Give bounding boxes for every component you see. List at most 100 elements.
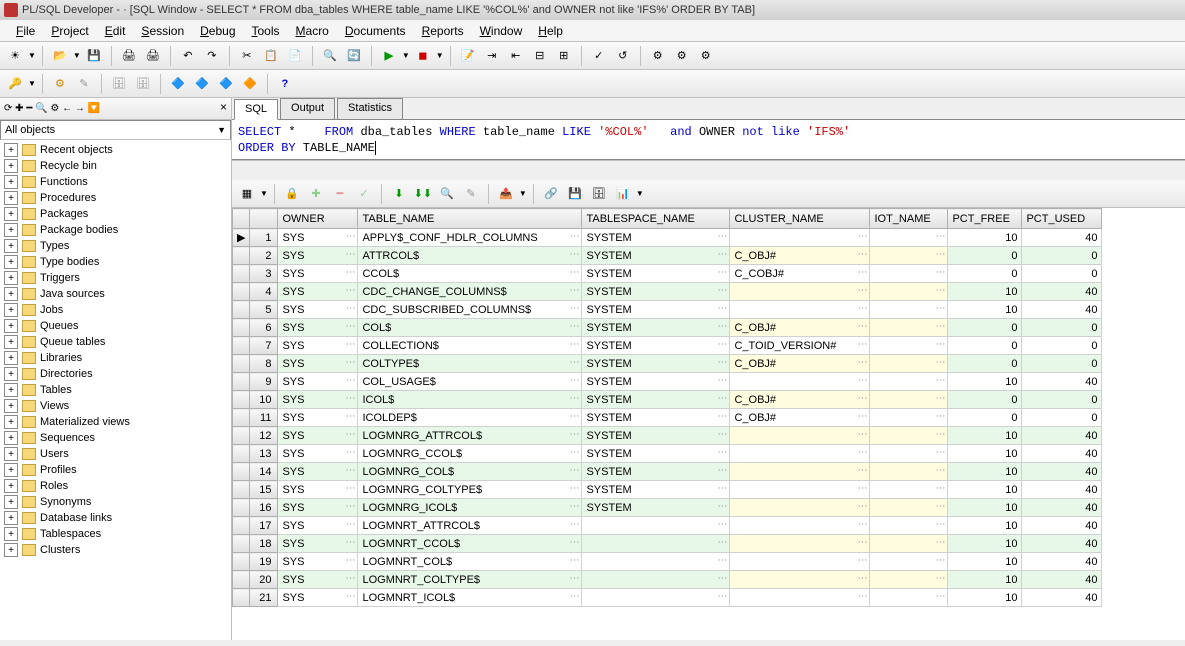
tab-sql[interactable]: SQL <box>234 99 278 120</box>
expand-icon[interactable]: + <box>4 383 18 397</box>
cell-expand-icon[interactable]: ⋯ <box>569 231 579 242</box>
comment-button[interactable]: ⊟ <box>529 45 551 67</box>
expand-icon[interactable]: + <box>4 143 18 157</box>
cell-expand-icon[interactable]: ⋯ <box>569 339 579 350</box>
tree-item[interactable]: +Synonyms <box>0 494 231 510</box>
cell-expand-icon[interactable]: ⋯ <box>345 375 355 386</box>
cell-expand-icon[interactable]: ⋯ <box>857 357 867 368</box>
close-browser-button[interactable]: × <box>220 100 227 114</box>
cell-expand-icon[interactable]: ⋯ <box>717 303 727 314</box>
table-row[interactable]: 13SYS⋯LOGMNRG_CCOL$⋯SYSTEM⋯⋯⋯1040 <box>233 445 1102 463</box>
cell-expand-icon[interactable]: ⋯ <box>857 267 867 278</box>
cell-expand-icon[interactable]: ⋯ <box>717 483 727 494</box>
cell-expand-icon[interactable]: ⋯ <box>857 465 867 476</box>
cell-expand-icon[interactable]: ⋯ <box>717 339 727 350</box>
tree-item[interactable]: +Recycle bin <box>0 158 231 174</box>
tree-item[interactable]: +Triggers <box>0 270 231 286</box>
cell-expand-icon[interactable]: ⋯ <box>935 357 945 368</box>
cell-expand-icon[interactable]: ⋯ <box>717 375 727 386</box>
cell-expand-icon[interactable]: ⋯ <box>345 519 355 530</box>
cell-expand-icon[interactable]: ⋯ <box>345 249 355 260</box>
cell-expand-icon[interactable]: ⋯ <box>717 519 727 530</box>
cell-expand-icon[interactable]: ⋯ <box>857 501 867 512</box>
save-button[interactable]: 💾 <box>83 45 105 67</box>
menu-session[interactable]: Session <box>133 22 192 40</box>
table-row[interactable]: 21SYS⋯LOGMNRT_ICOL$⋯⋯⋯⋯1040 <box>233 589 1102 607</box>
tree-item[interactable]: +Functions <box>0 174 231 190</box>
tree-item[interactable]: +Java sources <box>0 286 231 302</box>
debug3-button[interactable]: 🔷 <box>215 73 237 95</box>
cell-expand-icon[interactable]: ⋯ <box>935 519 945 530</box>
cell-expand-icon[interactable]: ⋯ <box>717 249 727 260</box>
expand-icon[interactable]: + <box>4 239 18 253</box>
cell-expand-icon[interactable]: ⋯ <box>569 501 579 512</box>
cell-expand-icon[interactable]: ⋯ <box>935 447 945 458</box>
cell-expand-icon[interactable]: ⋯ <box>935 321 945 332</box>
cell-expand-icon[interactable]: ⋯ <box>717 231 727 242</box>
delete-row-button[interactable]: ━ <box>329 183 351 205</box>
cell-expand-icon[interactable]: ⋯ <box>345 537 355 548</box>
expand-icon[interactable]: + <box>4 351 18 365</box>
tree-item[interactable]: +Sequences <box>0 430 231 446</box>
tree-item[interactable]: +Clusters <box>0 542 231 558</box>
commit-button[interactable]: ✓ <box>588 45 610 67</box>
table-row[interactable]: 9SYS⋯COL_USAGE$⋯SYSTEM⋯⋯⋯1040 <box>233 373 1102 391</box>
cut-button[interactable]: ✂ <box>236 45 258 67</box>
grid-view-button[interactable]: ▦ <box>236 183 258 205</box>
menu-documents[interactable]: Documents <box>337 22 414 40</box>
object-tree[interactable]: +Recent objects+Recycle bin+Functions+Pr… <box>0 140 231 640</box>
tree-item[interactable]: +Recent objects <box>0 142 231 158</box>
cell-expand-icon[interactable]: ⋯ <box>345 393 355 404</box>
cell-expand-icon[interactable]: ⋯ <box>345 501 355 512</box>
cell-expand-icon[interactable]: ⋯ <box>857 555 867 566</box>
cell-expand-icon[interactable]: ⋯ <box>857 321 867 332</box>
table-row[interactable]: 17SYS⋯LOGMNRT_ATTRCOL$⋯⋯⋯⋯1040 <box>233 517 1102 535</box>
expand-icon[interactable]: + <box>4 415 18 429</box>
rollback-button[interactable]: ↺ <box>612 45 634 67</box>
cell-expand-icon[interactable]: ⋯ <box>569 519 579 530</box>
cell-expand-icon[interactable]: ⋯ <box>717 411 727 422</box>
cell-expand-icon[interactable]: ⋯ <box>857 537 867 548</box>
table-row[interactable]: 11SYS⋯ICOLDEP$⋯SYSTEM⋯C_OBJ#⋯⋯00 <box>233 409 1102 427</box>
cell-expand-icon[interactable]: ⋯ <box>569 375 579 386</box>
cell-expand-icon[interactable]: ⋯ <box>857 519 867 530</box>
cell-expand-icon[interactable]: ⋯ <box>857 447 867 458</box>
cell-expand-icon[interactable]: ⋯ <box>569 357 579 368</box>
tree-item[interactable]: +Tablespaces <box>0 526 231 542</box>
expand-icon[interactable]: + <box>4 223 18 237</box>
cell-expand-icon[interactable]: ⋯ <box>569 285 579 296</box>
cell-expand-icon[interactable]: ⋯ <box>345 465 355 476</box>
cell-expand-icon[interactable]: ⋯ <box>345 555 355 566</box>
expand-icon[interactable]: + <box>4 511 18 525</box>
cell-expand-icon[interactable]: ⋯ <box>857 249 867 260</box>
cell-expand-icon[interactable]: ⋯ <box>569 267 579 278</box>
cell-expand-icon[interactable]: ⋯ <box>857 573 867 584</box>
cell-expand-icon[interactable]: ⋯ <box>935 465 945 476</box>
cell-expand-icon[interactable]: ⋯ <box>935 285 945 296</box>
execute-button[interactable]: ▶ <box>378 45 400 67</box>
cell-expand-icon[interactable]: ⋯ <box>935 429 945 440</box>
expand-icon[interactable]: + <box>4 447 18 461</box>
table-row[interactable]: 18SYS⋯LOGMNRT_CCOL$⋯⋯⋯⋯1040 <box>233 535 1102 553</box>
cell-expand-icon[interactable]: ⋯ <box>935 339 945 350</box>
menu-project[interactable]: Project <box>43 22 96 40</box>
menu-help[interactable]: Help <box>530 22 571 40</box>
cell-expand-icon[interactable]: ⋯ <box>857 285 867 296</box>
debug1-button[interactable]: 🔷 <box>167 73 189 95</box>
debug2-button[interactable]: 🔷 <box>191 73 213 95</box>
tree-item[interactable]: +Type bodies <box>0 254 231 270</box>
cell-expand-icon[interactable]: ⋯ <box>857 393 867 404</box>
menu-reports[interactable]: Reports <box>414 22 472 40</box>
column-header[interactable]: OWNER <box>278 209 358 229</box>
tree-item[interactable]: +Tables <box>0 382 231 398</box>
expand-icon[interactable]: + <box>4 479 18 493</box>
db2-button[interactable]: 🗄 <box>132 73 154 95</box>
cell-expand-icon[interactable]: ⋯ <box>935 501 945 512</box>
db-button[interactable]: 🗄 <box>588 183 610 205</box>
cell-expand-icon[interactable]: ⋯ <box>935 483 945 494</box>
explain-button[interactable]: 📝 <box>457 45 479 67</box>
cell-expand-icon[interactable]: ⋯ <box>717 357 727 368</box>
cell-expand-icon[interactable]: ⋯ <box>569 573 579 584</box>
column-header[interactable]: PCT_USED <box>1022 209 1102 229</box>
results-grid[interactable]: OWNERTABLE_NAMETABLESPACE_NAMECLUSTER_NA… <box>232 208 1185 640</box>
